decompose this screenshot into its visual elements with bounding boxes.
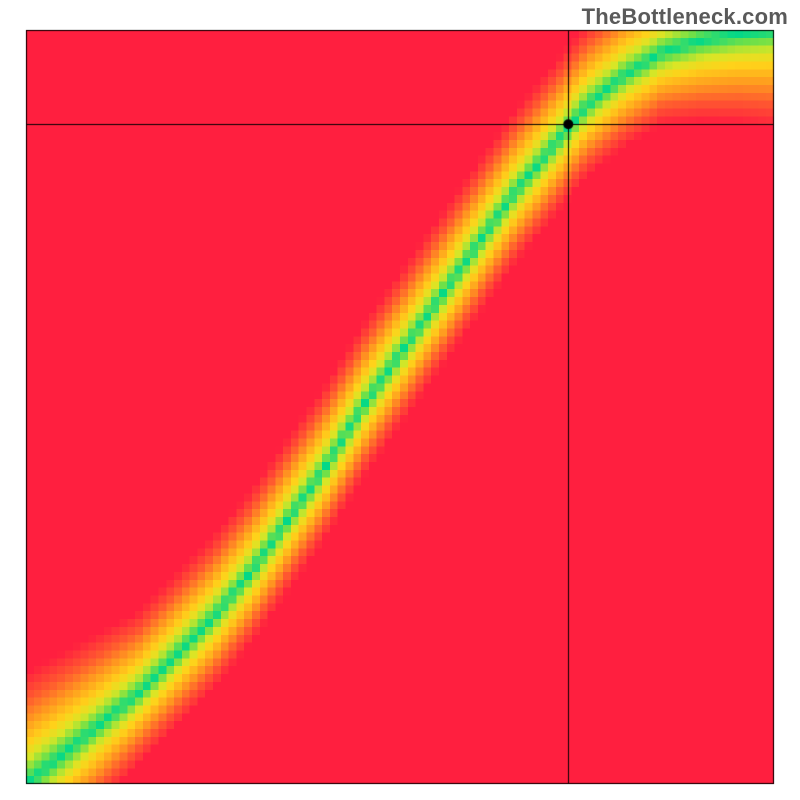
chart-container: TheBottleneck.com bbox=[0, 0, 800, 800]
watermark-text: TheBottleneck.com bbox=[582, 4, 788, 30]
crosshair-overlay bbox=[0, 0, 800, 800]
